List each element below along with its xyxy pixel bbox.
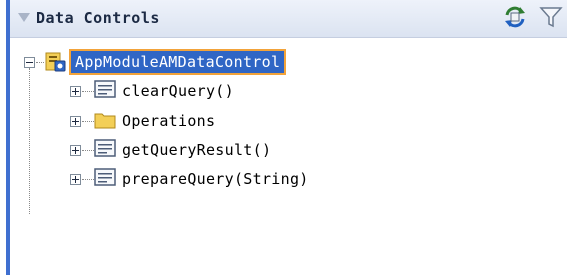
tree-node-label[interactable]: clearQuery()	[122, 79, 234, 103]
tree-node-get-query-result[interactable]: getQueryResult()	[10, 136, 567, 164]
method-icon	[94, 139, 116, 163]
tree-guide-line	[36, 62, 44, 63]
collapse-triangle-icon[interactable]	[18, 13, 30, 22]
expand-node-icon[interactable]	[70, 145, 81, 156]
data-controls-tree: AppModuleAMDataControl clearQuery() Oper…	[10, 38, 567, 275]
tree-node-label[interactable]: Operations	[122, 109, 215, 133]
tree-node-operations[interactable]: Operations	[10, 107, 567, 135]
data-control-icon	[44, 50, 68, 78]
collapse-node-icon[interactable]	[24, 57, 35, 68]
tree-guide-line	[82, 121, 94, 122]
tree-node-prepare-query[interactable]: prepareQuery(String)	[10, 165, 567, 193]
method-icon	[94, 80, 116, 104]
tree-root-row[interactable]: AppModuleAMDataControl	[10, 48, 567, 76]
expand-node-icon[interactable]	[70, 116, 81, 127]
method-icon	[94, 168, 116, 192]
refresh-icon[interactable]	[502, 4, 528, 30]
tree-node-clear-query[interactable]: clearQuery()	[10, 77, 567, 105]
expand-node-icon[interactable]	[70, 86, 81, 97]
tree-node-label[interactable]: getQueryResult()	[122, 138, 271, 162]
tree-guide-line	[82, 91, 94, 92]
tree-guide-line	[82, 150, 94, 151]
filter-icon[interactable]	[538, 4, 564, 30]
tree-node-label[interactable]: prepareQuery(String)	[122, 167, 309, 191]
panel-header: Data Controls	[10, 0, 567, 38]
tree-root-label[interactable]: AppModuleAMDataControl	[68, 49, 287, 75]
tree-guide-line	[82, 179, 94, 180]
expand-node-icon[interactable]	[70, 174, 81, 185]
folder-icon	[94, 110, 116, 134]
panel-title: Data Controls	[36, 9, 160, 27]
